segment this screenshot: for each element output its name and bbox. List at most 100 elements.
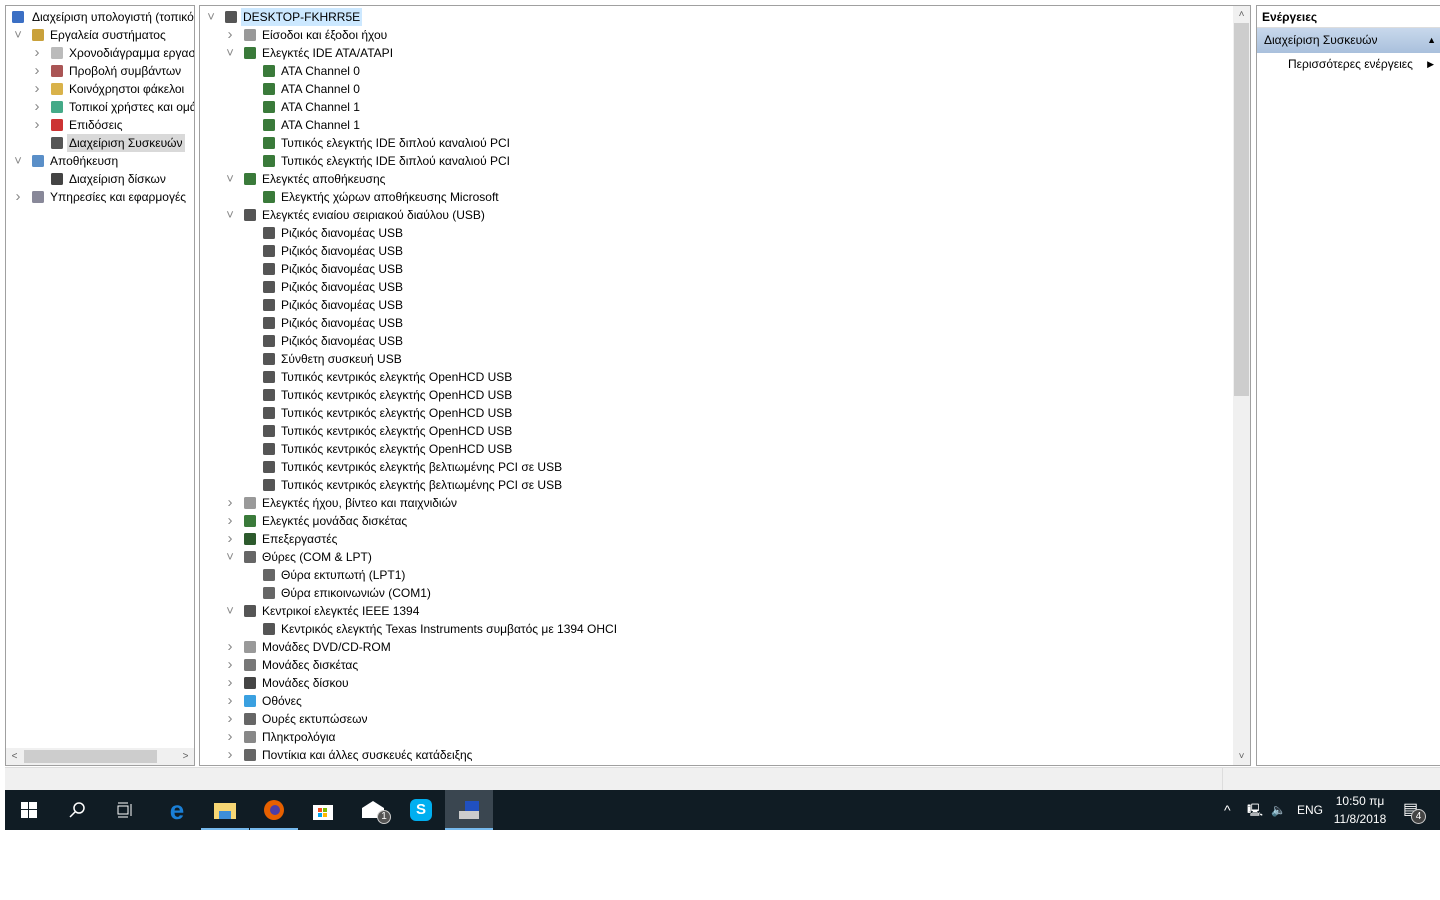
expand-arrow-icon[interactable]: ›	[225, 692, 235, 710]
tree-item[interactable]: › Επεξεργαστές	[200, 530, 1250, 548]
tree-item[interactable]: Τυπικός κεντρικός ελεγκτής OpenHCD USB	[200, 440, 1250, 458]
language-indicator[interactable]: ENG	[1297, 790, 1323, 830]
start-button[interactable]	[5, 790, 53, 830]
tree-item[interactable]: › Επιδόσεις	[6, 116, 194, 134]
tree-item[interactable]: › Μονάδες δισκέτας	[200, 656, 1250, 674]
tree-item[interactable]: Κεντρικός ελεγκτής Texas Instruments συμ…	[200, 620, 1250, 638]
expand-arrow-icon[interactable]: ›	[225, 494, 235, 512]
collapse-arrow-icon[interactable]: ˅	[13, 152, 23, 170]
mail-button[interactable]: 1	[349, 790, 397, 830]
network-icon[interactable]: 🖳	[1247, 790, 1263, 830]
expand-arrow-icon[interactable]: ›	[13, 188, 23, 206]
scroll-thumb[interactable]	[1234, 23, 1249, 396]
actions-section-header[interactable]: Διαχείριση Συσκευών ▲	[1257, 28, 1440, 53]
collapse-arrow-icon[interactable]: ˅	[225, 548, 235, 566]
tree-item[interactable]: › Είσοδοι και έξοδοι ήχου	[200, 26, 1250, 44]
tree-item[interactable]: › Κοινόχρηστοι φάκελοι	[6, 80, 194, 98]
task-view-button[interactable]	[101, 790, 149, 830]
tree-item[interactable]: › Ποντίκια και άλλες συσκευές κατάδειξης	[200, 746, 1250, 764]
expand-arrow-icon[interactable]: ›	[32, 44, 42, 62]
tree-item[interactable]: Ριζικός διανομέας USB	[200, 260, 1250, 278]
expand-arrow-icon[interactable]: ›	[225, 530, 235, 548]
scroll-right-button[interactable]: >	[177, 748, 194, 765]
tree-item[interactable]: › Ελεγκτές μονάδας δισκέτας	[200, 512, 1250, 530]
show-hidden-icons-button[interactable]: ^	[1224, 790, 1231, 830]
tree-item[interactable]: Τυπικός κεντρικός ελεγκτής βελτιωμένης P…	[200, 476, 1250, 494]
tree-item[interactable]: ˅ Εργαλεία συστήματος	[6, 26, 194, 44]
expand-arrow-icon[interactable]: ›	[225, 638, 235, 656]
tree-item[interactable]: Ριζικός διανομέας USB	[200, 314, 1250, 332]
expand-arrow-icon[interactable]: ›	[32, 62, 42, 80]
expand-arrow-icon[interactable]: ›	[32, 80, 42, 98]
tree-item[interactable]: › Μονάδες δίσκου	[200, 674, 1250, 692]
tree-item[interactable]: ˅ Ελεγκτές IDE ATA/ATAPI	[200, 44, 1250, 62]
computer-management-button[interactable]	[445, 790, 493, 830]
tree-item[interactable]: › Οθόνες	[200, 692, 1250, 710]
tree-item[interactable]: Τυπικός κεντρικός ελεγκτής OpenHCD USB	[200, 422, 1250, 440]
collapse-arrow-icon[interactable]: ˅	[13, 26, 23, 44]
tree-item[interactable]: › Ουρές εκτυπώσεων	[200, 710, 1250, 728]
skype-button[interactable]: S	[397, 790, 445, 830]
expand-arrow-icon[interactable]: ›	[225, 728, 235, 746]
firefox-button[interactable]	[250, 790, 298, 830]
vertical-scrollbar[interactable]: ˄ ˅	[1233, 6, 1250, 765]
tree-item[interactable]: › Προβολή συμβάντων	[6, 62, 194, 80]
tree-item[interactable]: ATA Channel 0	[200, 80, 1250, 98]
collapse-arrow-icon[interactable]: ˅	[225, 44, 235, 62]
tree-item[interactable]: Τυπικός ελεγκτής IDE διπλού καναλιού PCI	[200, 134, 1250, 152]
clock[interactable]: 10:50 πμ 11/8/2018	[1327, 790, 1393, 830]
tree-item[interactable]: ˅ Θύρες (COM & LPT)	[200, 548, 1250, 566]
scroll-left-button[interactable]: <	[6, 748, 23, 765]
tree-item[interactable]: Ριζικός διανομέας USB	[200, 332, 1250, 350]
expand-arrow-icon[interactable]: ›	[32, 98, 42, 116]
tree-item[interactable]: › Πληκτρολόγια	[200, 728, 1250, 746]
tree-item[interactable]: ˅ DESKTOP-FKHRR5E	[200, 8, 1250, 26]
tree-item[interactable]: Ριζικός διανομέας USB	[200, 278, 1250, 296]
more-actions-item[interactable]: Περισσότερες ενέργειες ▶	[1257, 53, 1440, 75]
tree-item[interactable]: ˅ Ελεγκτές αποθήκευσης	[200, 170, 1250, 188]
tree-item[interactable]: Ριζικός διανομέας USB	[200, 296, 1250, 314]
tree-item[interactable]: ATA Channel 1	[200, 116, 1250, 134]
tree-item[interactable]: Διαχείριση υπολογιστή (τοπικός)	[6, 8, 194, 26]
tree-item[interactable]: Τυπικός κεντρικός ελεγκτής OpenHCD USB	[200, 368, 1250, 386]
volume-icon[interactable]: 🔈	[1271, 790, 1286, 830]
expand-arrow-icon[interactable]: ›	[225, 656, 235, 674]
tree-item[interactable]: ATA Channel 0	[200, 62, 1250, 80]
store-button[interactable]	[299, 790, 347, 830]
tree-item[interactable]: › Μονάδες DVD/CD-ROM	[200, 638, 1250, 656]
collapse-arrow-icon[interactable]: ˅	[225, 170, 235, 188]
tree-item[interactable]: › Ελεγκτές ήχου, βίντεο και παιχνιδιών	[200, 494, 1250, 512]
expand-arrow-icon[interactable]: ›	[225, 26, 235, 44]
collapse-arrow-icon[interactable]: ˅	[225, 206, 235, 224]
collapse-arrow-icon[interactable]: ˅	[206, 8, 216, 26]
tree-item[interactable]: Τυπικός κεντρικός ελεγκτής OpenHCD USB	[200, 386, 1250, 404]
collapse-arrow-icon[interactable]: ˅	[225, 602, 235, 620]
scroll-up-button[interactable]: ˄	[1233, 6, 1250, 23]
tree-item[interactable]: › Χρονοδιάγραμμα εργασιών	[6, 44, 195, 62]
expand-arrow-icon[interactable]: ›	[225, 674, 235, 692]
tree-item[interactable]: Σύνθετη συσκευή USB	[200, 350, 1250, 368]
expand-arrow-icon[interactable]: ›	[225, 746, 235, 764]
search-button[interactable]	[53, 790, 101, 830]
tree-item[interactable]: Ελεγκτής χώρων αποθήκευσης Microsoft	[200, 188, 1250, 206]
edge-icon[interactable]: e	[153, 790, 201, 830]
expand-arrow-icon[interactable]: ›	[32, 116, 42, 134]
tree-item[interactable]: Διαχείριση δίσκων	[6, 170, 194, 188]
file-explorer-button[interactable]	[201, 790, 249, 830]
tree-item[interactable]: ˅ Αποθήκευση	[6, 152, 194, 170]
tree-item[interactable]: Ριζικός διανομέας USB	[200, 224, 1250, 242]
scroll-thumb[interactable]	[24, 750, 157, 763]
tree-item[interactable]: Θύρα εκτυπωτή (LPT1)	[200, 566, 1250, 584]
tree-item[interactable]: ATA Channel 1	[200, 98, 1250, 116]
tree-item[interactable]: Διαχείριση Συσκευών	[6, 134, 194, 152]
expand-arrow-icon[interactable]: ›	[225, 710, 235, 728]
tree-item[interactable]: Τυπικός κεντρικός ελεγκτής βελτιωμένης P…	[200, 458, 1250, 476]
tree-item[interactable]: › Υπηρεσίες και εφαρμογές	[6, 188, 194, 206]
tree-item[interactable]: ˅ Ελεγκτές ενιαίου σειριακού διαύλου (USB…	[200, 206, 1250, 224]
tree-item[interactable]: Ριζικός διανομέας USB	[200, 242, 1250, 260]
tree-item[interactable]: › Τοπικοί χρήστες και ομάδες	[6, 98, 195, 116]
horizontal-scrollbar[interactable]: < >	[6, 748, 194, 765]
scroll-down-button[interactable]: ˅	[1233, 748, 1250, 765]
tree-item[interactable]: ˅ Κεντρικοί ελεγκτές IEEE 1394	[200, 602, 1250, 620]
tree-item[interactable]: Τυπικός ελεγκτής IDE διπλού καναλιού PCI	[200, 152, 1250, 170]
